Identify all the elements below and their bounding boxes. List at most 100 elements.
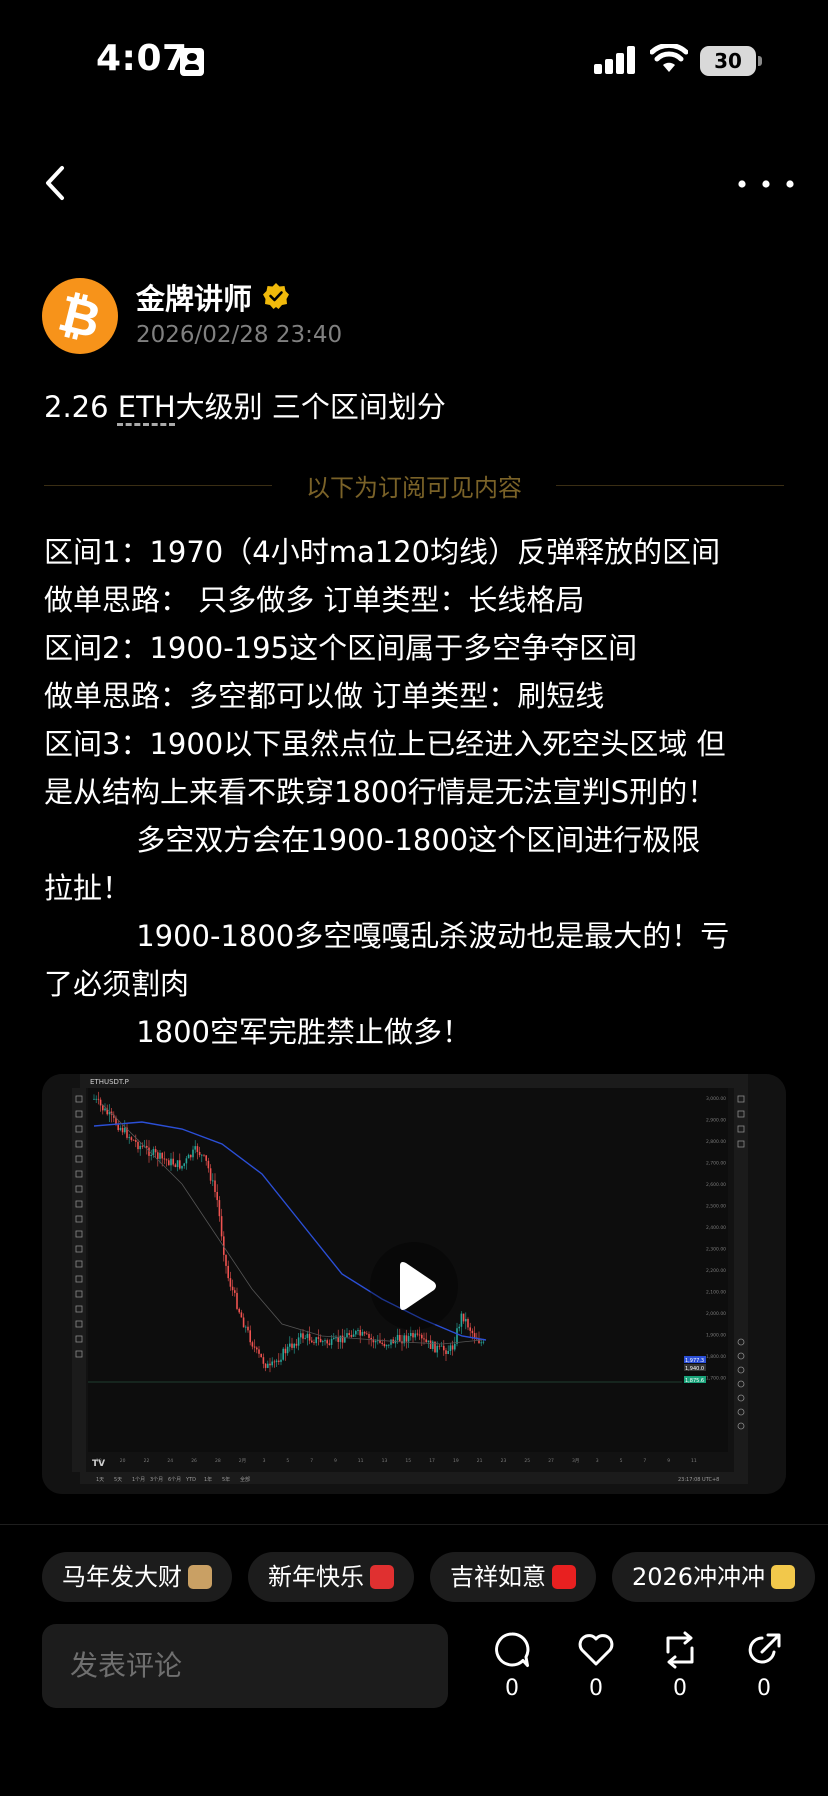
chart-x-tick: 3 [596, 1458, 599, 1464]
tag-chip[interactable]: 吉祥如意 [430, 1552, 596, 1602]
chart-y-tick: 1,700.00 [706, 1376, 726, 1382]
candle-body [322, 1341, 324, 1343]
candle-body [451, 1345, 454, 1350]
candle-body [293, 1343, 295, 1348]
post-body: 区间1：1970（4小时ma120均线）反弹释放的区间 做单思路： 只多做多 订单… [44, 528, 794, 1056]
candle-body [258, 1349, 260, 1354]
play-icon[interactable] [370, 1242, 458, 1330]
tag-chip[interactable]: 新年快乐 [248, 1552, 414, 1602]
back-button[interactable] [36, 158, 76, 208]
share-count: 0 [757, 1676, 771, 1701]
candle-body [218, 1200, 221, 1217]
chart-x-tick: 20 [120, 1458, 126, 1464]
status-bar: 4:07 30 [0, 0, 828, 120]
candle-body [385, 1345, 388, 1347]
candle-body [429, 1340, 432, 1349]
candle-body [227, 1265, 229, 1279]
tag-chip[interactable]: 2026冲冲冲 [612, 1552, 816, 1602]
post-body-line: 1900-1800多空嘎嘎乱杀波动也是最大的！亏 [44, 919, 730, 953]
candle-body [370, 1337, 372, 1340]
candle-body [121, 1127, 124, 1133]
candle-body [135, 1140, 137, 1142]
candle-body [374, 1341, 377, 1343]
post-timestamp: 2026/02/28 23:40 [136, 322, 343, 348]
candle-body [260, 1353, 262, 1358]
emoji-icon [188, 1565, 212, 1589]
repost-button[interactable]: 0 [654, 1630, 706, 1701]
candle-body [339, 1335, 342, 1342]
candle-body [201, 1154, 203, 1156]
comment-count: 0 [505, 1676, 519, 1701]
candle-body [328, 1343, 331, 1345]
chart-y-tick: 2,900.00 [706, 1118, 726, 1124]
chart-x-tick: 7 [310, 1458, 313, 1464]
candle-body [234, 1290, 236, 1293]
tag-chip[interactable]: 马年发大财 [42, 1552, 232, 1602]
author-avatar[interactable]: ₿ [42, 278, 118, 354]
candle-body [124, 1127, 126, 1133]
chart-y-tick: 2,200.00 [706, 1268, 726, 1274]
candle-body [130, 1137, 133, 1140]
chart-x-tick: 22 [144, 1458, 150, 1464]
comment-button[interactable]: 0 [486, 1630, 538, 1701]
candle-body [212, 1180, 214, 1182]
candle-body [319, 1338, 322, 1343]
chart-x-tick: 7 [643, 1458, 646, 1464]
candle-body [449, 1345, 452, 1351]
chart-right-strip [734, 1088, 748, 1472]
tag-label: 马年发大财 [62, 1563, 182, 1591]
title-suffix: 大级别 三个区间划分 [175, 390, 446, 424]
candle-body [104, 1108, 106, 1111]
candle-body [238, 1308, 240, 1313]
candle-body [469, 1327, 471, 1331]
candle-body [416, 1333, 419, 1335]
candle-body [315, 1337, 317, 1344]
comment-input[interactable]: 发表评论 [42, 1624, 448, 1708]
svg-text:₿: ₿ [53, 284, 107, 350]
share-button[interactable]: 0 [738, 1630, 790, 1701]
more-options-button[interactable] [736, 162, 796, 202]
post-body-line: 区间2：1900-195这个区间属于多空争夺区间 [44, 631, 638, 665]
candle-body [438, 1345, 441, 1347]
status-time: 4:07 [96, 38, 188, 79]
candle-body [482, 1341, 485, 1343]
candle-body [267, 1363, 269, 1368]
candle-body [460, 1313, 463, 1327]
candle-body [396, 1335, 399, 1341]
chart-x-tick: 5 [286, 1458, 289, 1464]
author-name[interactable]: 金牌讲师 [136, 276, 252, 318]
candle-body [194, 1146, 196, 1150]
chart-range-button: 1年 [204, 1476, 212, 1483]
candle-body [467, 1318, 469, 1328]
chart-x-tick: 2月 [239, 1458, 246, 1464]
candle-body [231, 1286, 234, 1291]
title-prefix: 2.26 [44, 390, 118, 424]
candle-body [421, 1334, 423, 1339]
candle-body [117, 1124, 119, 1131]
chart-range-button: 1个月 [132, 1477, 145, 1483]
candle-body [473, 1333, 476, 1338]
subscriber-divider-label: 以下为订阅可见内容 [306, 474, 522, 502]
candle-body [410, 1333, 412, 1337]
post-body-line: 了必须割肉 [44, 967, 190, 1001]
chart-x-tick: 15 [405, 1458, 411, 1464]
candle-body [368, 1334, 370, 1338]
chart-toolbar [80, 1074, 748, 1088]
candle-body [295, 1343, 298, 1346]
candle-body [306, 1333, 309, 1338]
candle-body [179, 1160, 181, 1169]
eth-ticker-link[interactable]: ETH [118, 390, 176, 424]
candle-body [128, 1137, 130, 1139]
candle-body [308, 1333, 311, 1341]
candle-body [278, 1360, 280, 1362]
candle-body [324, 1340, 326, 1342]
candle-body [240, 1312, 243, 1318]
candle-body [302, 1333, 304, 1339]
cellular-signal-icon [594, 46, 636, 74]
emoji-icon [771, 1565, 796, 1589]
like-button[interactable]: 0 [570, 1630, 622, 1701]
candle-body [355, 1330, 357, 1335]
candle-body [209, 1168, 212, 1181]
candle-body [150, 1154, 152, 1156]
chart-x-tick: 17 [429, 1458, 435, 1464]
